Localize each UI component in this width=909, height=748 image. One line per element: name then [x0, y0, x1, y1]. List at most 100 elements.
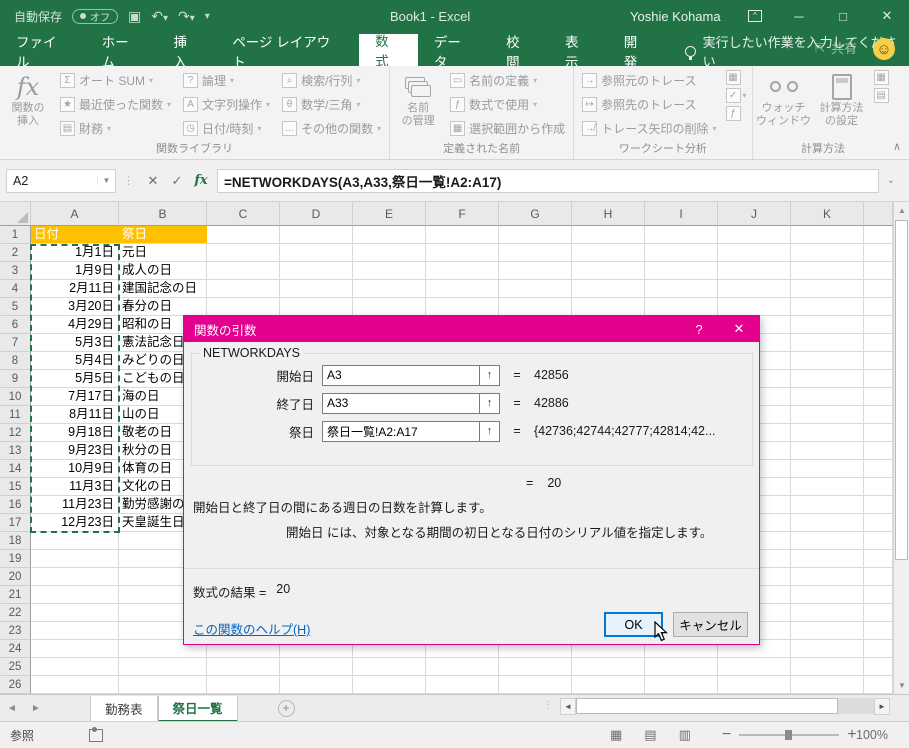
page-layout-view-icon[interactable]: ▤ [644, 727, 656, 743]
cell-stub[interactable] [864, 550, 893, 568]
row-header-12[interactable]: 12 [0, 424, 31, 442]
cell-G1[interactable] [499, 226, 572, 244]
ribbon-item-財務[interactable]: ▤財務▾ [54, 116, 177, 140]
close-icon[interactable]: ✕ [865, 0, 909, 32]
cell-F5[interactable] [426, 298, 499, 316]
ribbon-item-トレース矢印の削除[interactable]: ↛トレース矢印の削除▾ [576, 116, 722, 140]
ribbon-item-選択範囲から作成[interactable]: ▦選択範囲から作成 [444, 116, 571, 140]
cell-K11[interactable] [791, 406, 864, 424]
customize-qat-icon[interactable]: ▾ [205, 11, 210, 22]
row-header-13[interactable]: 13 [0, 442, 31, 460]
row-header-4[interactable]: 4 [0, 280, 31, 298]
cell-E2[interactable] [353, 244, 426, 262]
cell-K2[interactable] [791, 244, 864, 262]
cell-A2[interactable]: 1月1日 [31, 244, 119, 262]
autosave-toggle[interactable]: オフ [72, 9, 118, 24]
row-header-20[interactable]: 20 [0, 568, 31, 586]
formula-input[interactable]: =NETWORKDAYS(A3,A33,祭日一覧!A2:A17) [217, 169, 879, 193]
cell-A14[interactable]: 10月9日 [31, 460, 119, 478]
horizontal-scroll-thumb[interactable] [576, 698, 838, 714]
cell-K1[interactable] [791, 226, 864, 244]
cell-A26[interactable] [31, 676, 119, 694]
cell-stub[interactable] [864, 352, 893, 370]
cell-K10[interactable] [791, 388, 864, 406]
ribbon-tab-開発[interactable]: 開発 [608, 36, 667, 66]
new-sheet-icon[interactable]: + [278, 700, 295, 717]
collapse-dialog-icon[interactable]: ↑ [480, 365, 500, 386]
cell-stub[interactable] [864, 568, 893, 586]
cell-A10[interactable]: 7月17日 [31, 388, 119, 406]
cell-K24[interactable] [791, 640, 864, 658]
redo-icon[interactable]: ↷▾ [178, 8, 195, 25]
cell-K9[interactable] [791, 370, 864, 388]
cell-stub[interactable] [864, 388, 893, 406]
cell-H3[interactable] [572, 262, 645, 280]
cell-F3[interactable] [426, 262, 499, 280]
sheet-tab-saijitsu-ichiran[interactable]: 祭日一覧 [158, 696, 238, 722]
column-header-D[interactable]: D [280, 202, 353, 226]
vertical-scroll-thumb[interactable] [895, 220, 908, 560]
collapse-dialog-icon[interactable]: ↑ [480, 421, 500, 442]
cell-J3[interactable] [718, 262, 791, 280]
cell-G4[interactable] [499, 280, 572, 298]
row-header-7[interactable]: 7 [0, 334, 31, 352]
cell-D2[interactable] [280, 244, 353, 262]
ribbon-item-最近使った関数[interactable]: ★最近使った関数▾ [54, 92, 177, 116]
select-all-corner[interactable] [0, 202, 31, 226]
cell-stub[interactable] [864, 532, 893, 550]
ribbon-tab-ホーム[interactable]: ホーム [86, 36, 158, 66]
ribbon-item-その他の関数[interactable]: …その他の関数▾ [276, 116, 387, 140]
cell-K23[interactable] [791, 622, 864, 640]
cell-C25[interactable] [207, 658, 280, 676]
cell-J5[interactable] [718, 298, 791, 316]
cell-A23[interactable] [31, 622, 119, 640]
name-box-dropdown-icon[interactable]: ▼ [97, 176, 115, 185]
cell-J1[interactable] [718, 226, 791, 244]
cell-stub[interactable] [864, 262, 893, 280]
cell-G26[interactable] [499, 676, 572, 694]
share-button[interactable]: ⇱ 共有 [815, 38, 857, 57]
cell-C5[interactable] [207, 298, 280, 316]
cell-K15[interactable] [791, 478, 864, 496]
watch-window-button[interactable]: ウォッチ ウィンドウ [755, 68, 813, 140]
ribbon-item-オート SUM[interactable]: Σオート SUM▾ [54, 68, 177, 92]
cancel-entry-icon[interactable]: ✕ [141, 169, 165, 193]
cell-F4[interactable] [426, 280, 499, 298]
cell-B3[interactable]: 成人の日 [119, 262, 207, 280]
column-header-C[interactable]: C [207, 202, 280, 226]
row-header-24[interactable]: 24 [0, 640, 31, 658]
cell-I3[interactable] [645, 262, 718, 280]
cell-stub[interactable] [864, 622, 893, 640]
cell-stub[interactable] [864, 226, 893, 244]
cell-B1[interactable]: 祭日 [119, 226, 207, 244]
cell-H25[interactable] [572, 658, 645, 676]
cell-A13[interactable]: 9月23日 [31, 442, 119, 460]
cell-K18[interactable] [791, 532, 864, 550]
cell-stub[interactable] [864, 604, 893, 622]
horizontal-scrollbar[interactable]: ◄ ► [560, 697, 894, 715]
cell-I5[interactable] [645, 298, 718, 316]
cell-stub[interactable] [864, 406, 893, 424]
calculate-sheet-icon[interactable]: ▤ [874, 88, 889, 103]
cell-D26[interactable] [280, 676, 353, 694]
cell-C1[interactable] [207, 226, 280, 244]
cell-stub[interactable] [864, 370, 893, 388]
calculation-options-button[interactable]: 計算方法 の設定 [813, 68, 871, 140]
cell-K7[interactable] [791, 334, 864, 352]
ribbon-item-文字列操作[interactable]: A文字列操作▾ [177, 92, 276, 116]
row-header-22[interactable]: 22 [0, 604, 31, 622]
column-header-J[interactable]: J [718, 202, 791, 226]
cell-A6[interactable]: 4月29日 [31, 316, 119, 334]
column-header-G[interactable]: G [499, 202, 572, 226]
cell-stub[interactable] [864, 640, 893, 658]
cell-A9[interactable]: 5月5日 [31, 370, 119, 388]
cell-G3[interactable] [499, 262, 572, 280]
cell-A4[interactable]: 2月11日 [31, 280, 119, 298]
row-header-10[interactable]: 10 [0, 388, 31, 406]
cell-F2[interactable] [426, 244, 499, 262]
cell-H5[interactable] [572, 298, 645, 316]
cell-D1[interactable] [280, 226, 353, 244]
cell-I4[interactable] [645, 280, 718, 298]
scroll-left-icon[interactable]: ◄ [560, 698, 576, 715]
cell-A17[interactable]: 12月23日 [31, 514, 119, 532]
